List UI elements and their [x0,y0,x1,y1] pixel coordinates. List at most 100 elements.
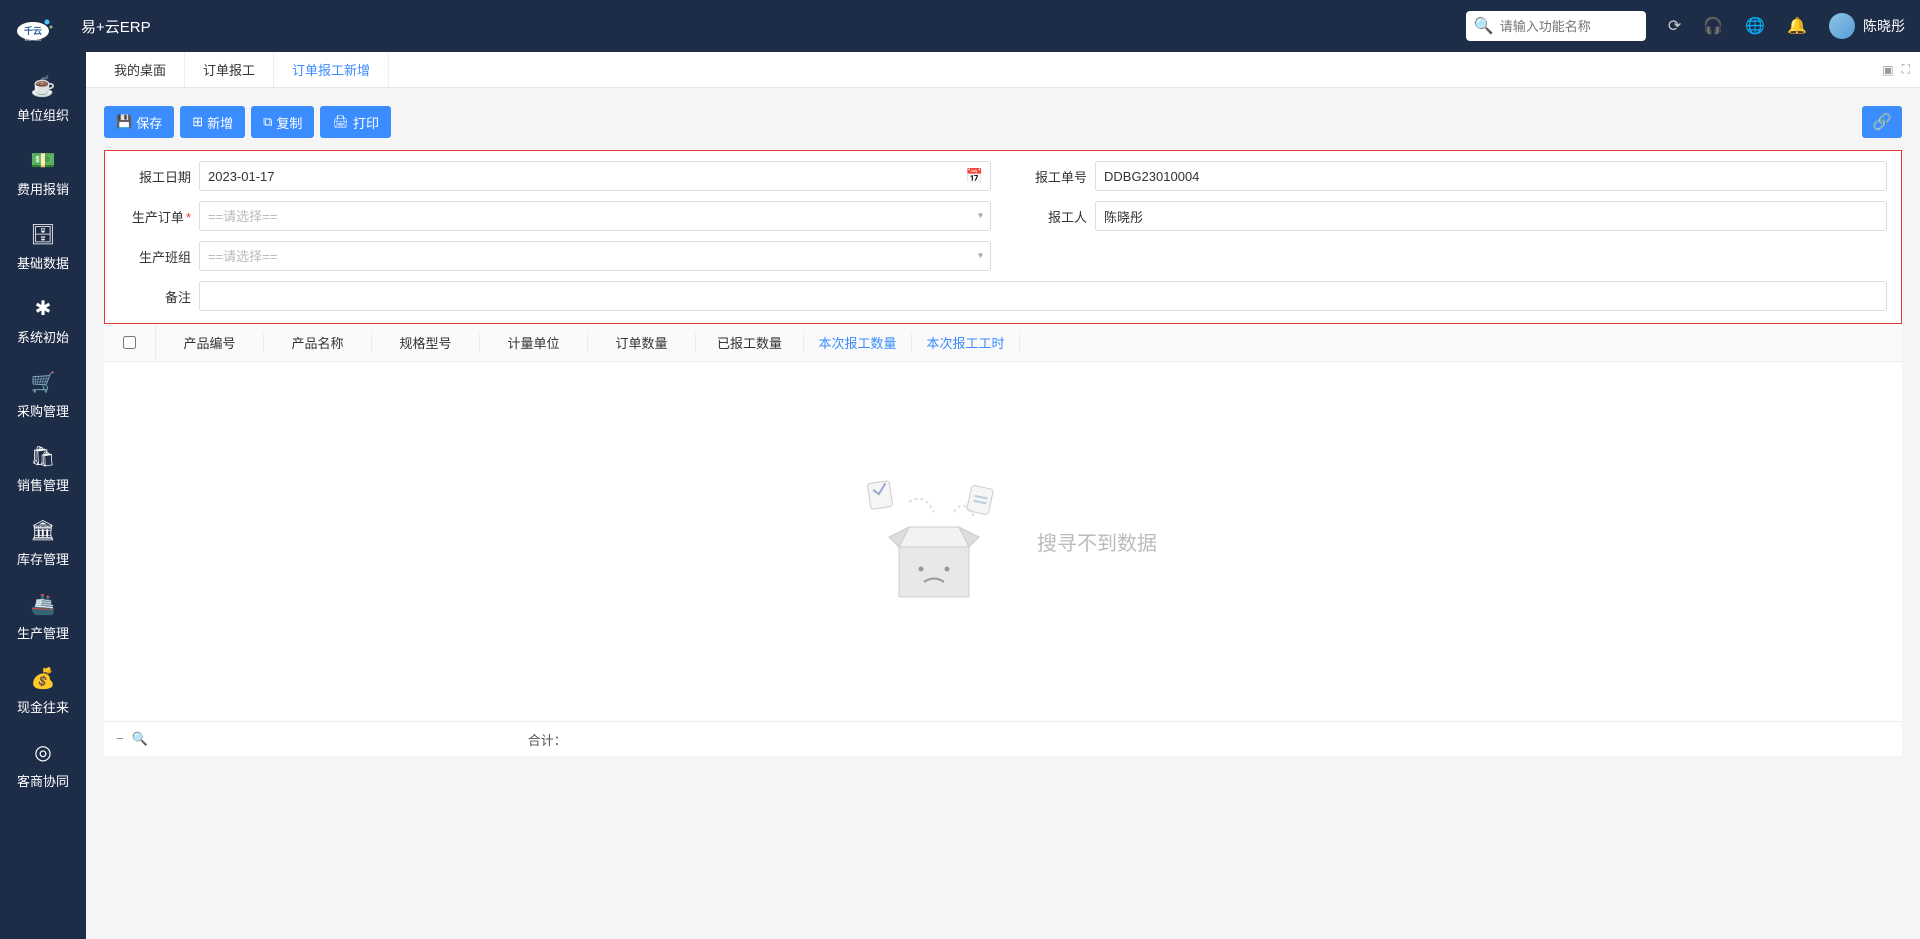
sidebar-item-1[interactable]: 💵费用报销 [0,136,86,210]
expand-icon[interactable]: ⛶ [1902,62,1910,77]
col-header-5: 已报工数量 [696,333,804,352]
svg-text:千云: 千云 [24,25,42,36]
save-label: 保存 [136,113,162,132]
col-header-2: 规格型号 [372,333,480,352]
sidebar-icon: 🛒 [31,370,56,395]
col-header-6: 本次报工数量 [804,333,912,352]
docno-label: 报工单号 [1015,167,1087,186]
user-menu[interactable]: 陈晓彤 [1829,13,1905,39]
docno-input[interactable] [1095,161,1887,191]
sidebar-label: 基础数据 [17,253,69,272]
sidebar-icon: 💵 [31,148,56,173]
sidebar: ☕ 单位组织 💵费用报销 🗄 基础数据 ✱ 系统初始 🛒 采购管理 🛍 销售管理 🏛 库存管理 🚢 生产管理… [0,52,86,939]
footer-search-icon[interactable]: 🔍 [132,731,148,747]
toolbar: 💾保存 ⊞新增 ⧉复制 🖨打印 🔗 [104,106,1902,138]
search-input[interactable] [1500,19,1676,34]
table-header: 产品编号产品名称规格型号计量单位订单数量已报工数量本次报工数量本次报工工时 [104,324,1902,362]
form-panel: 报工日期 📅 报工单号 生产订单* [104,150,1902,324]
sidebar-item-7[interactable]: 🚢 生产管理 [0,580,86,654]
remark-label: 备注 [119,287,191,306]
logo-icon: 千云KCLOUD [15,11,57,41]
order-label: 生产订单* [119,207,191,226]
col-header-0: 产品编号 [156,333,264,352]
tab-2[interactable]: 订单报工新增 [274,52,389,87]
bell-icon[interactable]: 🔔 [1787,16,1807,36]
sidebar-icon: 🚢 [31,592,56,617]
refresh-icon[interactable]: ⟳ [1668,16,1681,36]
save-button[interactable]: 💾保存 [104,106,174,138]
save-icon: 💾 [116,114,132,130]
sidebar-item-2[interactable]: 🗄 基础数据 [0,210,86,284]
sidebar-label: 客商协同 [17,771,69,790]
table: 产品编号产品名称规格型号计量单位订单数量已报工数量本次报工数量本次报工工时 [104,324,1902,756]
globe-icon[interactable]: 🌐 [1745,16,1765,36]
tab-1[interactable]: 订单报工 [185,52,274,87]
select-all-checkbox[interactable] [123,336,136,349]
tab-0[interactable]: 我的桌面 [96,52,185,87]
copy-label: 复制 [276,113,302,132]
print-label: 打印 [353,113,379,132]
header-right: 🔍 ⟳ 🎧 🌐 🔔 陈晓彤 [1466,11,1905,41]
table-footer: − 🔍 合计： [104,722,1902,756]
sidebar-label: 生产管理 [17,623,69,642]
date-input[interactable] [199,161,991,191]
sidebar-label: 采购管理 [17,401,69,420]
sidebar-item-6[interactable]: 🏛 库存管理 [0,506,86,580]
sidebar-label: 单位组织 [17,105,69,124]
sidebar-label: 现金往来 [17,697,69,716]
close-tab-icon[interactable]: ▣ [1882,63,1893,77]
search-box[interactable]: 🔍 [1466,11,1646,41]
footer-sum-label: 合计： [528,730,567,749]
empty-box-icon [849,467,1019,617]
app-name: 易+云ERP [81,16,151,37]
plus-icon: ⊞ [192,114,203,130]
share-button[interactable]: 🔗 [1862,106,1902,138]
col-header-3: 计量单位 [480,333,588,352]
print-button[interactable]: 🖨打印 [320,106,391,138]
table-empty: 搜寻不到数据 [104,362,1902,722]
copy-icon: ⧉ [263,114,272,130]
new-label: 新增 [207,113,233,132]
sidebar-item-4[interactable]: 🛒 采购管理 [0,358,86,432]
reporter-label: 报工人 [1015,207,1087,226]
sidebar-icon: ◎ [34,740,51,765]
sidebar-label: 系统初始 [17,327,69,346]
sidebar-label: 库存管理 [17,549,69,568]
sidebar-label: 销售管理 [17,475,69,494]
remark-input[interactable] [199,281,1887,311]
sidebar-item-8[interactable]: 💰 现金往来 [0,654,86,728]
tabs-controls: ▣ ⛶ [1882,52,1920,87]
sidebar-icon: ☕ [31,74,56,99]
sidebar-item-3[interactable]: ✱ 系统初始 [0,284,86,358]
support-icon[interactable]: 🎧 [1703,16,1723,36]
logo: 千云KCLOUD 易+云ERP [15,11,151,41]
svg-text:KCLOUD: KCLOUD [25,37,42,41]
username: 陈晓彤 [1863,16,1905,36]
sidebar-item-9[interactable]: ◎ 客商协同 [0,728,86,802]
team-select[interactable]: ==请选择== [199,241,991,271]
sidebar-item-0[interactable]: ☕ 单位组织 [0,62,86,136]
top-header: 千云KCLOUD 易+云ERP 🔍 ⟳ 🎧 🌐 🔔 陈晓彤 [0,0,1920,52]
sidebar-icon: 🏛 [30,518,55,543]
copy-button[interactable]: ⧉复制 [251,106,314,138]
share-icon: 🔗 [1872,114,1892,131]
sidebar-icon: 🛍 [30,444,55,469]
sidebar-icon: ✱ [35,296,52,321]
empty-text: 搜寻不到数据 [1037,527,1157,556]
reporter-input[interactable] [1095,201,1887,231]
content: 💾保存 ⊞新增 ⧉复制 🖨打印 🔗 报工日期 📅 报工单 [86,88,1920,939]
sidebar-icon: 💰 [31,666,56,691]
date-label: 报工日期 [119,167,191,186]
collapse-icon[interactable]: − [116,731,124,747]
sidebar-icon: 🗄 [30,222,55,247]
avatar-icon [1829,13,1855,39]
header-checkbox-cell [104,324,156,361]
order-select[interactable]: ==请选择== [199,201,991,231]
print-icon: 🖨 [332,114,349,130]
new-button[interactable]: ⊞新增 [180,106,245,138]
sidebar-item-5[interactable]: 🛍 销售管理 [0,432,86,506]
search-icon: 🔍 [1474,16,1494,36]
col-header-1: 产品名称 [264,333,372,352]
tabs-bar: 我的桌面订单报工订单报工新增 ▣ ⛶ [86,52,1920,88]
main-area: 我的桌面订单报工订单报工新增 ▣ ⛶ 💾保存 ⊞新增 ⧉复制 🖨打印 🔗 报工日… [86,52,1920,939]
